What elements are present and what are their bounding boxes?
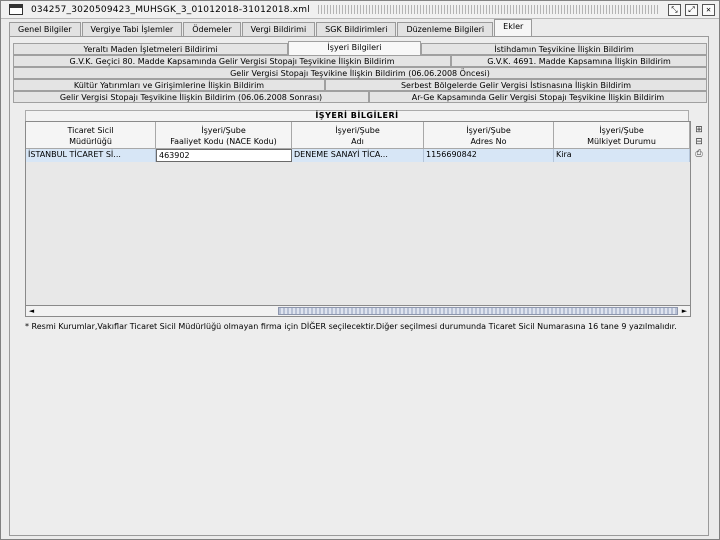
tab-vergi-bildirimi[interactable]: Vergi Bildirimi [241,22,316,36]
column-header-adi[interactable]: İşyeri/Şube Adı [292,122,424,149]
horizontal-scrollbar[interactable]: ◄ ► [25,305,691,317]
column-header-ticaret-sicil[interactable]: Ticaret Sicil Müdürlüğü [26,122,156,149]
header-line: İşyeri/Şube [466,126,511,135]
isyeri-table: Ticaret Sicil Müdürlüğü İşyeri/Şube Faal… [25,121,691,317]
scroll-left-icon[interactable]: ◄ [26,306,37,316]
table-row[interactable]: İSTANBUL TİCARET Sİ... 463902 DENEME SAN… [26,149,690,162]
cell-mulkiyet-durumu[interactable]: Kira [554,149,690,162]
title-grip [317,5,660,14]
header-line: Ticaret Sicil [67,126,114,135]
subtab-serbest-bolgeler[interactable]: Serbest Bölgelerde Gelir Vergisi İstisna… [325,79,707,91]
subtab-stopaj-oncesi[interactable]: Gelir Vergisi Stopajı Teşvikine İlişkin … [13,67,707,79]
subtab-yeralti-maden[interactable]: Yeraltı Maden İşletmeleri Bildirimi [13,43,288,55]
window-icon [9,4,23,15]
maximize-icon[interactable]: ⤢ [685,3,698,16]
tab-genel-bilgiler[interactable]: Genel Bilgiler [9,22,81,36]
section-title: İŞYERİ BİLGİLERİ [25,110,689,121]
subtab-isyeri-bilgileri[interactable]: İşyeri Bilgileri [288,41,421,56]
main-tab-bar: Genel Bilgiler Vergiye Tabi İşlemler Öde… [9,19,533,36]
header-line: İşyeri/Şube [201,126,246,135]
cell-ticaret-sicil[interactable]: İSTANBUL TİCARET Sİ... [26,149,156,162]
tab-odemeler[interactable]: Ödemeler [183,22,241,36]
row-tools: ⊞ ⊟ ⎙ [693,125,707,161]
header-line: İşyeri/Şube [335,126,380,135]
header-line: Mülkiyet Durumu [587,137,656,146]
header-line: Müdürlüğü [69,137,112,146]
copy-row-icon[interactable]: ⎙ [693,149,705,160]
column-header-adres-no[interactable]: İşyeri/Şube Adres No [424,122,554,149]
column-header-faaliyet-kodu[interactable]: İşyeri/Şube Faaliyet Kodu (NACE Kodu) [156,122,292,149]
cell-isyeri-adi[interactable]: DENEME SANAYİ TİCA... [292,149,424,162]
scroll-right-icon[interactable]: ► [679,306,690,316]
cell-faaliyet-kodu-input[interactable]: 463902 [156,149,292,162]
subtab-istihdam-tesvik[interactable]: İstihdamın Teşvikine İlişkin Bildirim [421,43,707,55]
tab-sgk-bildirimleri[interactable]: SGK Bildirimleri [316,22,397,36]
restore-icon[interactable]: ⤡ [668,3,681,16]
header-line: Adres No [470,137,507,146]
close-icon[interactable]: ✕ [702,3,715,16]
header-line: Faaliyet Kodu (NACE Kodu) [170,137,277,146]
subtab-arge-kapsami[interactable]: Ar-Ge Kapsamında Gelir Vergisi Stopajı T… [369,91,707,103]
column-header-mulkiyet[interactable]: İşyeri/Şube Mülkiyet Durumu [554,122,690,149]
subtab-kultur-yatirimlari[interactable]: Kültür Yatırımları ve Girişimlerine İliş… [13,79,325,91]
app-window: 034257_3020509423_MUHSGK_3_01012018-3101… [0,0,720,540]
cell-adres-no[interactable]: 1156690842 [424,149,554,162]
tab-duzenleme-bilgileri[interactable]: Düzenleme Bilgileri [397,22,494,36]
window-title: 034257_3020509423_MUHSGK_3_01012018-3101… [31,4,310,15]
tab-vergiye-tabi-islemler[interactable]: Vergiye Tabi İşlemler [81,22,183,36]
subtab-gvk-4691[interactable]: G.V.K. 4691. Madde Kapsamına İlişkin Bil… [451,55,707,67]
info-note: * Resmi Kurumlar,Vakıflar Ticaret Sicil … [25,322,677,331]
tab-ekler[interactable]: Ekler [494,19,533,36]
delete-row-icon[interactable]: ⊟ [693,137,705,148]
header-line: İşyeri/Şube [599,126,644,135]
title-bar: 034257_3020509423_MUHSGK_3_01012018-3101… [1,1,719,19]
add-row-icon[interactable]: ⊞ [693,125,705,136]
header-line: Adı [351,137,364,146]
subtab-stopaj-sonrasi[interactable]: Gelir Vergisi Stopajı Teşvikine İlişkin … [13,91,369,103]
subtab-gvk-gecici-80[interactable]: G.V.K. Geçici 80. Madde Kapsamında Gelir… [13,55,451,67]
scroll-thumb[interactable] [278,307,678,315]
